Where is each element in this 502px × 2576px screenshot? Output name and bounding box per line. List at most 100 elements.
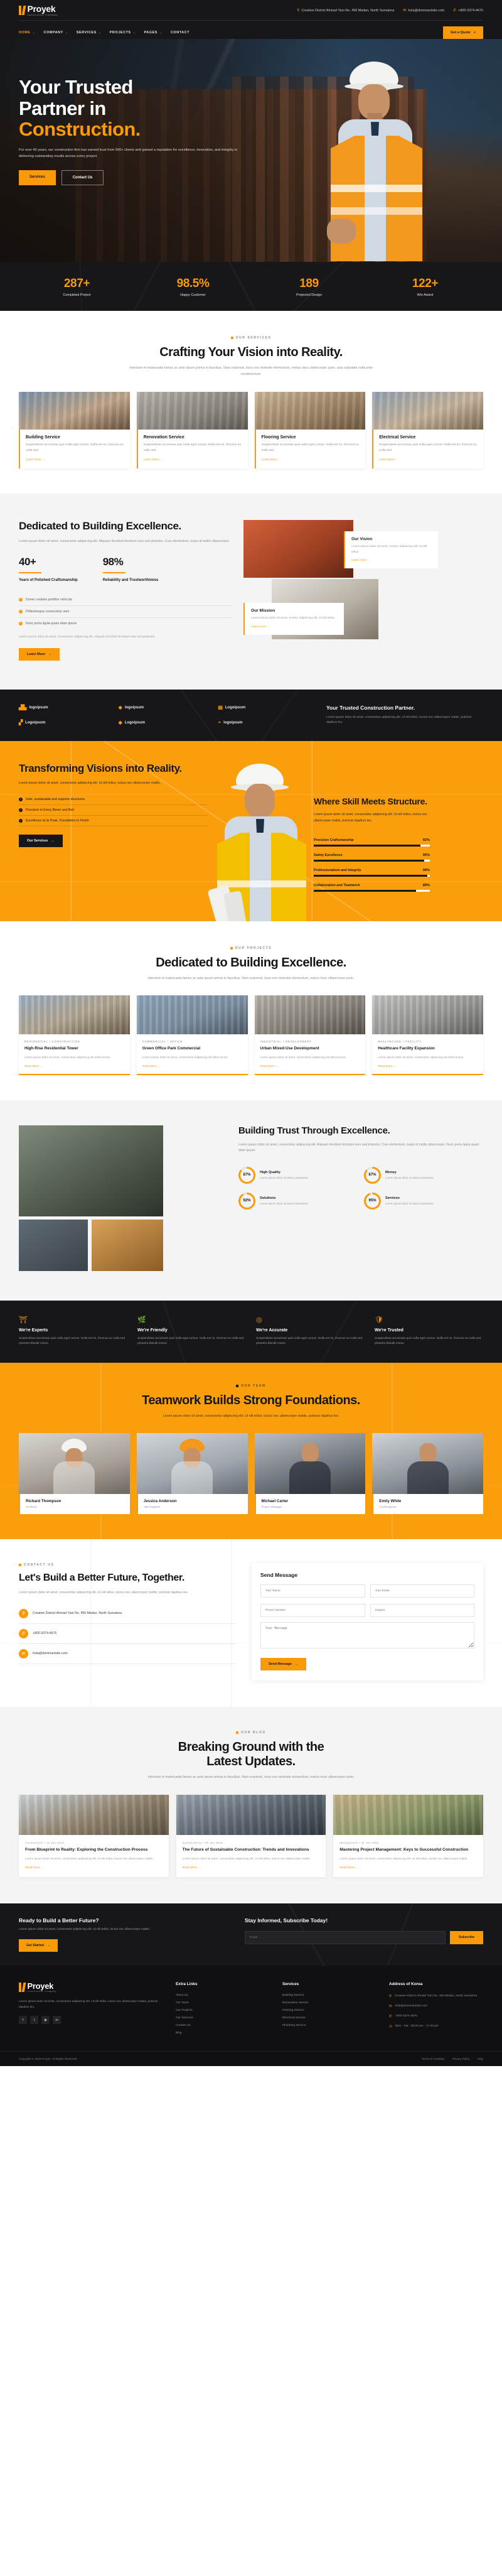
facebook-icon[interactable]: f	[19, 2016, 27, 2025]
topbar-phone[interactable]: ✆ +800-3374-4676	[453, 8, 483, 13]
phone-field[interactable]	[260, 1604, 365, 1618]
blog-post-card[interactable]: Construction • 12 Jan 2025 From Blueprint…	[19, 1795, 169, 1878]
nav-item-projects[interactable]: PROJECTS +	[110, 28, 144, 38]
nav-item-services[interactable]: SERVICES +	[77, 28, 110, 38]
footer-link[interactable]: Blog	[176, 2030, 270, 2037]
service-card[interactable]: Building Service Suspendisse accumsan qui…	[19, 391, 130, 469]
hero-title-accent: Construction.	[19, 118, 141, 141]
send-message-button[interactable]: Send Message →	[260, 1658, 307, 1671]
footer-bottom-link[interactable]: Privacy Policy	[452, 2057, 470, 2060]
topbar-email[interactable]: ✉ hola@dominantsite.com	[403, 8, 444, 13]
instagram-icon[interactable]: ◉	[41, 2016, 50, 2025]
about-learn-more-button[interactable]: Learn More →	[19, 647, 60, 661]
pillars-icon: ⛩	[19, 1316, 28, 1324]
footer-link[interactable]: About Us	[176, 1992, 270, 2000]
project-read-more-link[interactable]: Read More →	[378, 1064, 478, 1068]
progress-track	[314, 859, 430, 862]
project-card[interactable]: INDUSTRIAL / DEVELOPMENT Urban Mixed-Use …	[254, 995, 366, 1075]
project-card[interactable]: COMMERCIAL / OFFICE Green Office Park Com…	[136, 995, 248, 1075]
progress-ring: 92%	[238, 1192, 255, 1210]
hero-paragraph: For over 40 years, our construction firm…	[19, 148, 238, 158]
services-title: Crafting Your Vision into Reality.	[159, 345, 343, 360]
feature-row: ✓ Nunc porta ligula quam diam ipsum	[19, 621, 77, 625]
project-card[interactable]: RESIDENTIAL / CONSTRUCTION High-Rise Resi…	[19, 995, 130, 1075]
about-kpi: 98% Reliability and Trustworthiness	[102, 556, 158, 583]
nav-menu: HOME + COMPANY + SERVICES + PROJECTS + PAGES…	[19, 28, 198, 38]
post-read-more-link[interactable]: Read More →	[183, 1866, 320, 1870]
post-title: The Future of Sustainable Construction: …	[182, 1848, 309, 1853]
logo-mark-icon	[19, 6, 26, 16]
footer-link[interactable]: Our Projects	[176, 2007, 270, 2015]
service-learn-more-link[interactable]: Learn More →	[379, 458, 478, 462]
ring-value: 92%	[240, 1194, 254, 1208]
get-quote-button[interactable]: Get a Quote +	[443, 26, 483, 40]
post-read-more-link[interactable]: Read More →	[339, 1866, 477, 1870]
nav-item-home[interactable]: HOME +	[19, 28, 44, 38]
service-learn-more-link[interactable]: Learn More →	[26, 458, 124, 462]
service-card[interactable]: Flooring Service Suspendisse accumsan qui…	[254, 391, 366, 469]
logo[interactable]: Proyek Construction Company	[19, 4, 58, 16]
our-services-button[interactable]: Our Services →	[19, 834, 63, 847]
footer-service-link[interactable]: Building Service	[282, 1992, 376, 2000]
project-read-more-link[interactable]: Read More →	[142, 1064, 242, 1068]
newsletter-email-input[interactable]	[245, 1931, 446, 1945]
team-member-card[interactable]: Jessica Anderson Site Engineer	[136, 1433, 248, 1515]
logo-mark-icon	[19, 1983, 26, 1993]
post-read-more-link[interactable]: Read More →	[25, 1866, 163, 1870]
topbar-address: ⚲ Creative District Ahmad Yani No. 456 Me…	[297, 8, 395, 13]
team-member-card[interactable]: Emily White Civil Engineer	[372, 1433, 483, 1515]
service-learn-more-link[interactable]: Learn More →	[262, 458, 360, 462]
stat-item: 189 Projected Design	[251, 277, 367, 297]
nav-item-company[interactable]: COMPANY +	[44, 28, 77, 38]
service-card[interactable]: Renovation Service Suspendisse accumsan q…	[136, 391, 248, 469]
project-read-more-link[interactable]: Read More →	[24, 1064, 124, 1068]
contact-phone-item[interactable]: ✆ +800-3374-4676	[19, 1624, 235, 1644]
footer-phone-item[interactable]: ✆ +800-3374-4676	[389, 2012, 483, 2022]
footer-service-link[interactable]: Plumbing Service	[282, 2022, 376, 2030]
nav-item-pages[interactable]: PAGES +	[144, 28, 171, 38]
post-desc: Lorem ipsum dolor sit amet, consectetur …	[339, 1856, 468, 1860]
footer-link[interactable]: Our Team	[176, 2000, 270, 2007]
twitter-icon[interactable]: t	[30, 2016, 38, 2025]
hero-services-button[interactable]: Services	[19, 170, 56, 186]
nav-item-contact[interactable]: CONTACT	[171, 28, 198, 38]
team-member-card[interactable]: Richard Thompson Architect	[19, 1433, 130, 1515]
contact-email-text: hola@dominantsite.com	[33, 1652, 68, 1656]
mission-learn-more-link[interactable]: Learn more →	[251, 625, 338, 629]
subject-field[interactable]	[370, 1604, 474, 1618]
contact-email-item[interactable]: ✉ hola@dominantsite.com	[19, 1644, 235, 1664]
footer-bottom-link[interactable]: Terms & Condition	[422, 2057, 445, 2060]
footer-service-link[interactable]: Renovation Service	[282, 2000, 376, 2007]
name-field[interactable]	[260, 1584, 365, 1598]
member-name: Richard Thompson	[26, 1499, 61, 1504]
service-card[interactable]: Electrical Service Suspendisse accumsan q…	[372, 391, 483, 469]
team-member-card[interactable]: Michael Carter Project Manager	[254, 1433, 366, 1515]
footer-bottom-link[interactable]: Help	[478, 2057, 483, 2060]
post-desc: Lorem ipsum dolor sit amet, consectetur …	[25, 1856, 154, 1860]
hero-contact-button[interactable]: Contact Us	[61, 170, 104, 186]
skills-right-title: Where Skill Meets Structure.	[314, 796, 427, 807]
linkedin-icon[interactable]: in	[53, 2016, 61, 2025]
feature-item: ⛩ We're Experts Suspendisse accumsan quis …	[19, 1316, 127, 1346]
logo-glyph-icon: ▞	[19, 720, 23, 726]
footer-link[interactable]: Contact Us	[176, 2022, 270, 2030]
footer-service-link[interactable]: Flooring Service	[282, 2007, 376, 2015]
bullet-icon	[230, 946, 233, 950]
footer-link[interactable]: Our Services	[176, 2015, 270, 2022]
subscribe-button[interactable]: Subscribe	[449, 1931, 483, 1945]
message-field[interactable]	[260, 1622, 474, 1649]
footer-service-link[interactable]: Electrical Service	[282, 2015, 376, 2022]
get-started-button[interactable]: Get Started →	[19, 1939, 58, 1952]
blog-post-card[interactable]: Sustainability • 08 Jan 2025 The Future o…	[176, 1795, 326, 1878]
service-learn-more-link[interactable]: Learn More →	[144, 458, 242, 462]
project-read-more-link[interactable]: Read More →	[260, 1064, 360, 1068]
vision-learn-more-link[interactable]: Learn more →	[351, 559, 432, 562]
footer-email-item[interactable]: ✉ hola@dominantsite.com	[389, 2002, 483, 2012]
blog-post-card[interactable]: Management • 02 Jan 2025 Mastering Projec…	[333, 1795, 484, 1878]
project-card[interactable]: HEALTHCARE / FACILITY Healthcare Facility…	[372, 995, 483, 1075]
footer-logo[interactable]: Proyek Construction Company	[19, 1982, 163, 1993]
email-field[interactable]	[370, 1584, 474, 1598]
progress-value: 98%	[422, 868, 430, 872]
project-title: Green Office Park Commercial	[142, 1046, 201, 1051]
footer-hours-item: ◷ Mon - Sat : 08.00 am - 17.00 pm	[389, 2024, 439, 2028]
